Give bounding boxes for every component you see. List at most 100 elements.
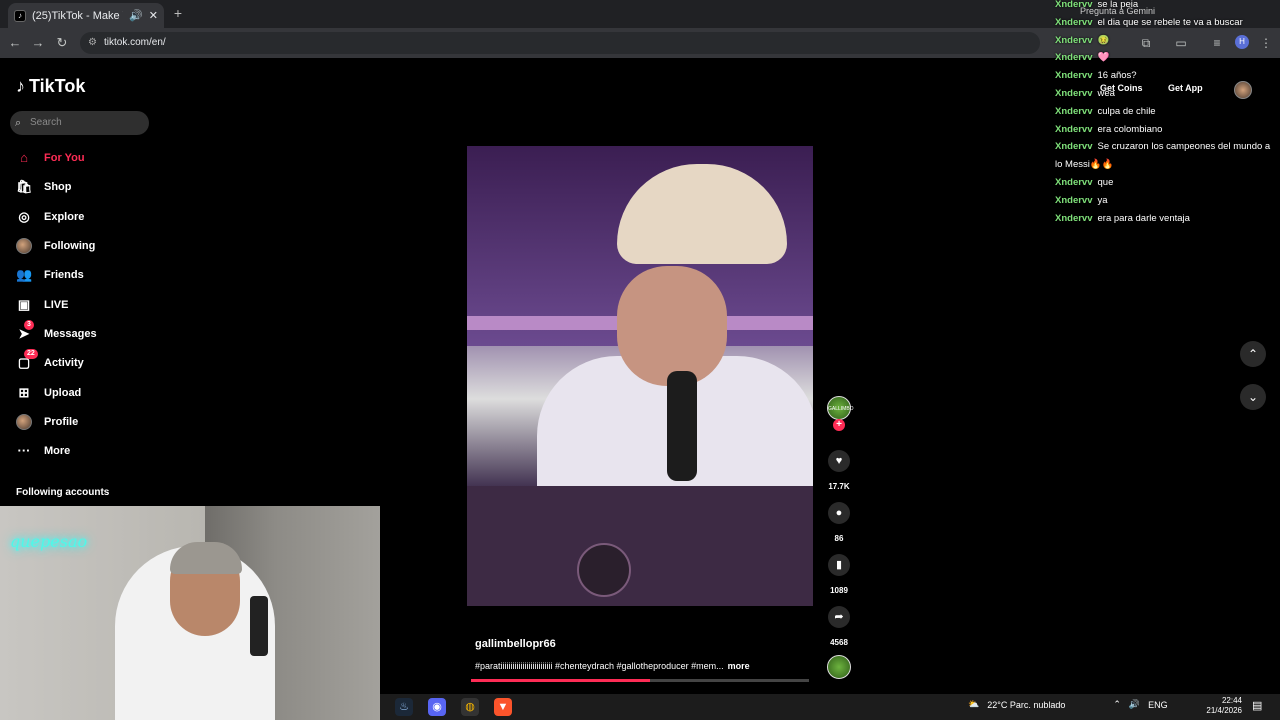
compass-icon: ◎ (18, 209, 30, 224)
volume-icon[interactable]: 🔊 (1129, 699, 1140, 710)
nav-label: More (44, 445, 71, 457)
messages-badge: 3 (24, 320, 34, 330)
bookmark-icon[interactable]: ▮ (828, 554, 850, 576)
chat-username: Xndervv (1055, 123, 1093, 135)
chat-text: 16 años? (1097, 70, 1137, 82)
video-progress-fill (471, 679, 651, 682)
close-tab-icon[interactable]: ✕ (149, 9, 158, 22)
video-player[interactable] (467, 146, 813, 606)
chat-message: Xndervv Se cruzaron los campeones del mun… (1055, 138, 1277, 174)
notification-icon[interactable]: ▤ (1252, 699, 1262, 712)
nav-item-messages[interactable]: ➤ 3 Messages (16, 320, 186, 346)
like-count: 17.7K (828, 482, 850, 491)
speaker-icon[interactable]: 🔊 (129, 9, 143, 22)
activity-badge: 22 (24, 349, 38, 359)
following-accounts-heading: Following accounts (16, 487, 110, 498)
browser-tab[interactable]: ♪ (25)TikTok - Make Your Day 🔊 ✕ (8, 3, 164, 28)
nav-item-upload[interactable]: ⊞ Upload (16, 381, 186, 405)
creator-avatar[interactable]: GALLIMBO (827, 396, 854, 420)
tiktok-favicon-icon: ♪ (14, 9, 26, 22)
nav-label: Activity (44, 357, 84, 369)
chat-message: Xndervv que (1055, 174, 1277, 192)
chat-username: Xndervv (1055, 212, 1093, 224)
tray-chevron-icon[interactable]: ⌃ (1113, 699, 1121, 710)
url-text: tiktok.com/en/ (104, 37, 166, 48)
description-text: #paratiiiiiiiiiiiiiiiiiiiiiiiiii #chente… (475, 661, 724, 671)
more-link[interactable]: more (728, 661, 750, 671)
music-disc-avatar[interactable] (827, 655, 851, 679)
nav-label: Following (44, 240, 96, 252)
chrome-icon[interactable]: ◍ (461, 698, 479, 716)
discord-icon[interactable]: ◉ (428, 698, 446, 716)
chat-username: Xndervv (1055, 194, 1093, 206)
shop-icon: 🛍 (16, 179, 33, 194)
live-icon: ▣ (17, 297, 31, 312)
chat-text: se la peia (1097, 0, 1139, 10)
video-description: #paratiiiiiiiiiiiiiiiiiiiiiiiiii #chente… (475, 661, 805, 671)
more-icon: ··· (17, 443, 31, 458)
language-indicator[interactable]: ENG (1148, 700, 1168, 710)
chat-text: 🤢 (1097, 34, 1110, 46)
clock[interactable]: 22:44 21/4/2026 (1200, 696, 1242, 716)
nav-label: For You (44, 152, 85, 164)
save-count: 1089 (830, 586, 848, 595)
weather-text[interactable]: 22°C Parc. nublado (987, 700, 1065, 710)
chat-message: Xndervv era colombiano (1055, 121, 1277, 139)
share-icon[interactable]: ➦ (828, 606, 850, 628)
nav-item-profile[interactable]: Profile (16, 410, 186, 434)
search-placeholder: Search (30, 117, 62, 128)
site-info-icon[interactable]: ⚙ (88, 32, 97, 54)
chat-message: Xndervv el dia que se rebele te va a busc… (1055, 14, 1277, 32)
search-input[interactable]: ⌕ Search (10, 111, 149, 135)
share-count: 4568 (830, 638, 848, 647)
nav-item-explore[interactable]: ◎ Explore (16, 205, 186, 229)
brave-icon[interactable]: ▼ (494, 698, 512, 716)
nav-item-for-you[interactable]: ⌂ For You (16, 146, 186, 170)
nav-item-live[interactable]: ▣ LIVE (16, 293, 186, 317)
nav-label: Messages (44, 328, 97, 340)
nav-item-activity[interactable]: ▢ 22 Activity (16, 349, 186, 375)
chat-message: Xndervv 🤢 (1055, 32, 1277, 50)
chat-message: Xndervv 🩷 (1055, 49, 1277, 67)
chat-message: Xndervv 16 años? (1055, 67, 1277, 85)
profile-avatar (16, 414, 32, 430)
video-microphone (667, 371, 697, 481)
chat-text: era para darle ventaja (1097, 212, 1190, 224)
chat-text: wea (1097, 87, 1115, 99)
plus-square-icon: ⊞ (18, 385, 30, 400)
weather-icon: ⛅ (968, 699, 980, 709)
reload-icon[interactable]: ↻ (53, 34, 71, 52)
chevron-down-icon[interactable]: ⌄ (1240, 384, 1266, 410)
tiktok-logo[interactable]: ♪ TikTok (16, 76, 85, 97)
chat-message: Xndervv se la peia (1055, 0, 1277, 14)
nav-item-shop[interactable]: 🛍 Shop (16, 175, 186, 199)
nav-item-more[interactable]: ··· More (16, 439, 186, 463)
chat-message: Xndervv culpa de chile (1055, 103, 1277, 121)
nav-label: Shop (44, 181, 72, 193)
chat-username: Xndervv (1055, 0, 1093, 10)
back-icon[interactable]: ← (6, 34, 24, 52)
chat-username: Xndervv (1055, 16, 1093, 28)
new-tab-icon[interactable]: + (170, 5, 186, 21)
video-person-face (617, 266, 727, 386)
home-icon: ⌂ (20, 150, 28, 165)
nav-item-friends[interactable]: 👥 Friends (16, 263, 186, 287)
webcam-overlay: quepesao (0, 506, 380, 720)
follow-plus-icon[interactable]: + (833, 419, 845, 431)
chat-text: que (1097, 176, 1114, 188)
like-icon[interactable]: ♥ (828, 450, 850, 472)
chevron-up-icon[interactable]: ⌃ (1240, 341, 1266, 367)
video-author[interactable]: gallimbellopr66 (475, 638, 556, 650)
video-laptop (467, 486, 813, 606)
nav-label: Upload (44, 387, 82, 399)
address-bar[interactable]: ⚙ tiktok.com/en/ (80, 32, 1040, 54)
chat-text: culpa de chile (1097, 105, 1156, 117)
steam-icon[interactable]: ♨ (395, 698, 413, 716)
comment-icon[interactable]: ● (828, 502, 850, 524)
chat-username: Xndervv (1055, 105, 1093, 117)
chat-overlay: Xndervv se la peia Xndervv el dia que se re… (1055, 0, 1277, 227)
forward-icon[interactable]: → (29, 34, 47, 52)
clock-time: 22:44 (1221, 696, 1242, 705)
video-laptop-emblem (577, 543, 631, 597)
nav-item-following[interactable]: Following (16, 234, 186, 258)
